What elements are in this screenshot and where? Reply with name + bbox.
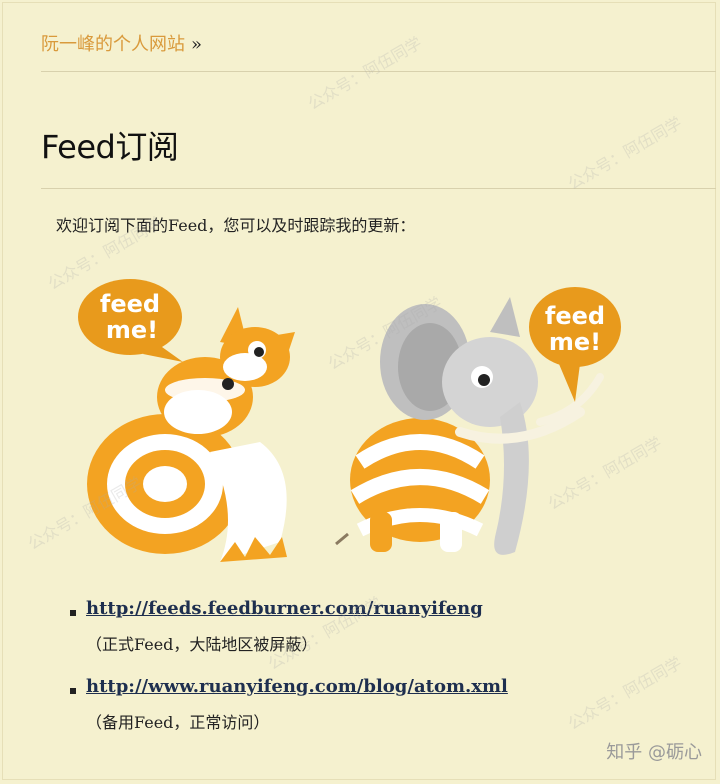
- zhihu-watermark: 知乎 @砺心: [606, 742, 702, 763]
- list-item: http://www.ruanyifeng.com/blog/atom.xml …: [70, 676, 508, 733]
- feed-link-feedburner[interactable]: http://feeds.feedburner.com/ruanyifeng: [86, 598, 483, 619]
- site-home-link[interactable]: 阮一峰的个人网站: [41, 34, 185, 55]
- bullet-icon: [70, 688, 76, 694]
- page-title: Feed订阅: [41, 128, 179, 166]
- fox-illustration: feed me!: [78, 279, 295, 562]
- intro-text: 欢迎订阅下面的Feed，您可以及时跟踪我的更新：: [56, 216, 416, 235]
- bubble-right-line1: feed: [545, 302, 605, 330]
- breadcrumb-separator: »: [191, 34, 203, 55]
- feed-me-illustration: feed me! feed me!: [78, 279, 621, 562]
- bubble-left-line2: me!: [106, 316, 158, 344]
- breadcrumb: 阮一峰的个人网站 »: [41, 30, 202, 56]
- bullet-icon: [70, 610, 76, 616]
- bubble-right-line2: me!: [549, 328, 601, 356]
- bubble-left-line1: feed: [100, 290, 160, 318]
- feed-link-atom[interactable]: http://www.ruanyifeng.com/blog/atom.xml: [86, 676, 508, 697]
- feed-note: （备用Feed，正常访问）: [86, 713, 270, 732]
- divider: [41, 188, 716, 189]
